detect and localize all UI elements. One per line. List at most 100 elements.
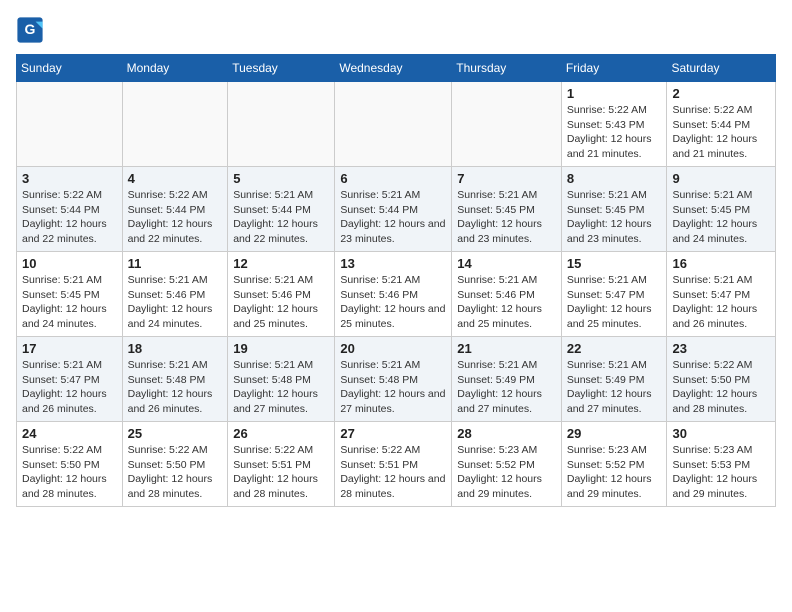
calendar-cell: [122, 82, 228, 167]
calendar-cell: 19 Sunrise: 5:21 AMSunset: 5:48 PMDayligh…: [228, 337, 335, 422]
day-number: 1: [567, 86, 662, 101]
day-info: Sunrise: 5:21 AMSunset: 5:44 PMDaylight:…: [233, 188, 329, 247]
day-info: Sunrise: 5:21 AMSunset: 5:45 PMDaylight:…: [457, 188, 556, 247]
day-number: 3: [22, 171, 117, 186]
day-number: 29: [567, 426, 662, 441]
calendar-cell: 24 Sunrise: 5:22 AMSunset: 5:50 PMDayligh…: [17, 422, 123, 507]
logo-icon: G: [16, 16, 44, 44]
day-number: 27: [340, 426, 446, 441]
calendar-table: SundayMondayTuesdayWednesdayThursdayFrid…: [16, 54, 776, 507]
weekday-header-saturday: Saturday: [667, 55, 776, 82]
calendar-cell: 4 Sunrise: 5:22 AMSunset: 5:44 PMDaylight…: [122, 167, 228, 252]
calendar-cell: 17 Sunrise: 5:21 AMSunset: 5:47 PMDayligh…: [17, 337, 123, 422]
day-number: 22: [567, 341, 662, 356]
day-info: Sunrise: 5:21 AMSunset: 5:45 PMDaylight:…: [22, 273, 117, 332]
day-info: Sunrise: 5:23 AMSunset: 5:52 PMDaylight:…: [457, 443, 556, 502]
svg-text:G: G: [25, 21, 36, 37]
day-info: Sunrise: 5:21 AMSunset: 5:47 PMDaylight:…: [672, 273, 770, 332]
calendar-cell: 7 Sunrise: 5:21 AMSunset: 5:45 PMDaylight…: [452, 167, 562, 252]
calendar-cell: 16 Sunrise: 5:21 AMSunset: 5:47 PMDayligh…: [667, 252, 776, 337]
day-number: 8: [567, 171, 662, 186]
day-number: 11: [128, 256, 223, 271]
calendar-cell: 28 Sunrise: 5:23 AMSunset: 5:52 PMDayligh…: [452, 422, 562, 507]
day-info: Sunrise: 5:23 AMSunset: 5:52 PMDaylight:…: [567, 443, 662, 502]
calendar-cell: 11 Sunrise: 5:21 AMSunset: 5:46 PMDayligh…: [122, 252, 228, 337]
day-info: Sunrise: 5:22 AMSunset: 5:43 PMDaylight:…: [567, 103, 662, 162]
calendar-cell: 9Sunrise: 5:21 AMSunset: 5:45 PMDaylight…: [667, 167, 776, 252]
week-row-2: 3 Sunrise: 5:22 AMSunset: 5:44 PMDaylight…: [17, 167, 776, 252]
calendar-cell: [452, 82, 562, 167]
day-number: 25: [128, 426, 223, 441]
calendar-cell: 27 Sunrise: 5:22 AMSunset: 5:51 PMDayligh…: [335, 422, 452, 507]
day-number: 4: [128, 171, 223, 186]
calendar-cell: 29 Sunrise: 5:23 AMSunset: 5:52 PMDayligh…: [561, 422, 667, 507]
day-number: 21: [457, 341, 556, 356]
day-number: 23: [672, 341, 770, 356]
weekday-header-monday: Monday: [122, 55, 228, 82]
day-info: Sunrise: 5:22 AMSunset: 5:44 PMDaylight:…: [672, 103, 770, 162]
logo: G: [16, 16, 48, 44]
day-number: 30: [672, 426, 770, 441]
day-number: 17: [22, 341, 117, 356]
day-info: Sunrise: 5:22 AMSunset: 5:50 PMDaylight:…: [22, 443, 117, 502]
day-info: Sunrise: 5:21 AMSunset: 5:47 PMDaylight:…: [567, 273, 662, 332]
calendar-cell: 8 Sunrise: 5:21 AMSunset: 5:45 PMDaylight…: [561, 167, 667, 252]
weekday-header-wednesday: Wednesday: [335, 55, 452, 82]
page-header: G: [16, 16, 776, 44]
calendar-cell: 5 Sunrise: 5:21 AMSunset: 5:44 PMDaylight…: [228, 167, 335, 252]
day-info: Sunrise: 5:21 AMSunset: 5:46 PMDaylight:…: [457, 273, 556, 332]
calendar-cell: 12 Sunrise: 5:21 AMSunset: 5:46 PMDayligh…: [228, 252, 335, 337]
day-info: Sunrise: 5:21 AMSunset: 5:44 PMDaylight:…: [340, 188, 446, 247]
day-number: 14: [457, 256, 556, 271]
calendar-cell: 20Sunrise: 5:21 AMSunset: 5:48 PMDayligh…: [335, 337, 452, 422]
day-info: Sunrise: 5:21 AMSunset: 5:48 PMDaylight:…: [340, 358, 446, 417]
week-row-5: 24 Sunrise: 5:22 AMSunset: 5:50 PMDayligh…: [17, 422, 776, 507]
calendar-cell: 23Sunrise: 5:22 AMSunset: 5:50 PMDayligh…: [667, 337, 776, 422]
weekday-header-friday: Friday: [561, 55, 667, 82]
day-info: Sunrise: 5:21 AMSunset: 5:46 PMDaylight:…: [233, 273, 329, 332]
calendar-cell: 14 Sunrise: 5:21 AMSunset: 5:46 PMDayligh…: [452, 252, 562, 337]
day-number: 5: [233, 171, 329, 186]
weekday-header-thursday: Thursday: [452, 55, 562, 82]
calendar-cell: 1 Sunrise: 5:22 AMSunset: 5:43 PMDaylight…: [561, 82, 667, 167]
day-number: 12: [233, 256, 329, 271]
week-row-3: 10 Sunrise: 5:21 AMSunset: 5:45 PMDayligh…: [17, 252, 776, 337]
day-info: Sunrise: 5:22 AMSunset: 5:44 PMDaylight:…: [22, 188, 117, 247]
calendar-cell: 3 Sunrise: 5:22 AMSunset: 5:44 PMDaylight…: [17, 167, 123, 252]
calendar-cell: 10 Sunrise: 5:21 AMSunset: 5:45 PMDayligh…: [17, 252, 123, 337]
calendar-cell: 26 Sunrise: 5:22 AMSunset: 5:51 PMDayligh…: [228, 422, 335, 507]
day-info: Sunrise: 5:21 AMSunset: 5:48 PMDaylight:…: [233, 358, 329, 417]
calendar-cell: 2Sunrise: 5:22 AMSunset: 5:44 PMDaylight…: [667, 82, 776, 167]
day-info: Sunrise: 5:21 AMSunset: 5:49 PMDaylight:…: [457, 358, 556, 417]
day-number: 26: [233, 426, 329, 441]
week-row-1: 1 Sunrise: 5:22 AMSunset: 5:43 PMDaylight…: [17, 82, 776, 167]
day-info: Sunrise: 5:21 AMSunset: 5:46 PMDaylight:…: [340, 273, 446, 332]
calendar-cell: 13 Sunrise: 5:21 AMSunset: 5:46 PMDayligh…: [335, 252, 452, 337]
day-info: Sunrise: 5:21 AMSunset: 5:45 PMDaylight:…: [567, 188, 662, 247]
day-info: Sunrise: 5:22 AMSunset: 5:51 PMDaylight:…: [233, 443, 329, 502]
day-info: Sunrise: 5:22 AMSunset: 5:51 PMDaylight:…: [340, 443, 446, 502]
day-number: 28: [457, 426, 556, 441]
day-info: Sunrise: 5:22 AMSunset: 5:44 PMDaylight:…: [128, 188, 223, 247]
calendar-cell: [17, 82, 123, 167]
calendar-cell: 25 Sunrise: 5:22 AMSunset: 5:50 PMDayligh…: [122, 422, 228, 507]
calendar-cell: [228, 82, 335, 167]
day-info: Sunrise: 5:22 AMSunset: 5:50 PMDaylight:…: [128, 443, 223, 502]
day-number: 10: [22, 256, 117, 271]
day-info: Sunrise: 5:21 AMSunset: 5:47 PMDaylight:…: [22, 358, 117, 417]
calendar-cell: 18 Sunrise: 5:21 AMSunset: 5:48 PMDayligh…: [122, 337, 228, 422]
day-info: Sunrise: 5:21 AMSunset: 5:45 PMDaylight:…: [672, 188, 770, 247]
calendar-cell: [335, 82, 452, 167]
day-number: 19: [233, 341, 329, 356]
day-info: Sunrise: 5:21 AMSunset: 5:48 PMDaylight:…: [128, 358, 223, 417]
day-info: Sunrise: 5:23 AMSunset: 5:53 PMDaylight:…: [672, 443, 770, 502]
day-number: 18: [128, 341, 223, 356]
day-number: 16: [672, 256, 770, 271]
day-number: 24: [22, 426, 117, 441]
day-number: 15: [567, 256, 662, 271]
weekday-header-row: SundayMondayTuesdayWednesdayThursdayFrid…: [17, 55, 776, 82]
day-info: Sunrise: 5:21 AMSunset: 5:46 PMDaylight:…: [128, 273, 223, 332]
day-number: 7: [457, 171, 556, 186]
calendar-cell: 22Sunrise: 5:21 AMSunset: 5:49 PMDayligh…: [561, 337, 667, 422]
day-number: 13: [340, 256, 446, 271]
